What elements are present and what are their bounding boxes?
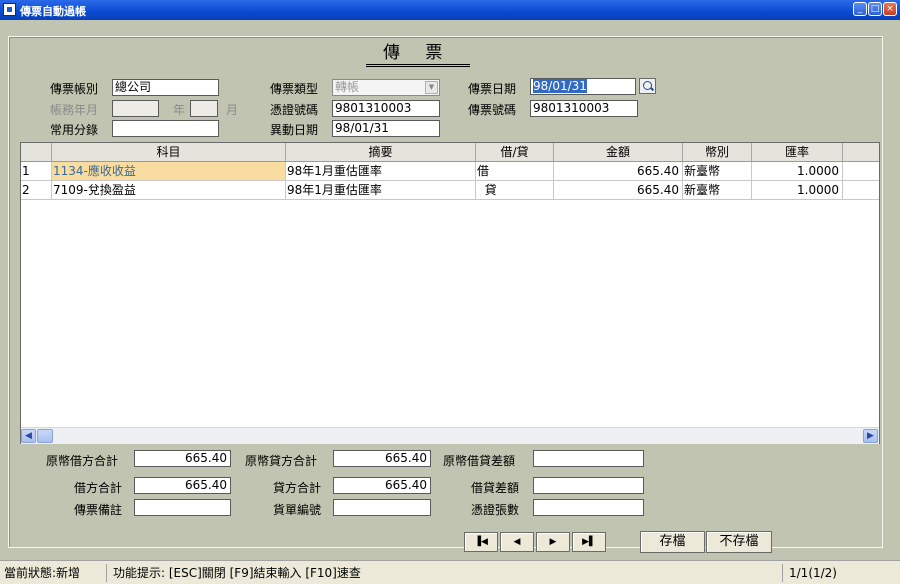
year-label: 年	[173, 103, 186, 117]
remark-field[interactable]	[134, 499, 231, 516]
previous-record-button[interactable]: ◀	[500, 532, 534, 552]
summary-cell[interactable]: 98年1月重估匯率	[286, 181, 476, 199]
orig-debit-field[interactable]: 665.40	[134, 450, 231, 467]
evidence-count-field[interactable]	[533, 499, 644, 516]
currency-cell[interactable]: 新臺幣	[683, 181, 752, 199]
rate-cell[interactable]: 1.0000	[752, 162, 843, 180]
window-title-bar[interactable]: 傳票自動過帳 _ □ ×	[0, 0, 900, 20]
row-number-header	[21, 143, 52, 161]
calendar-lookup-icon[interactable]	[639, 78, 656, 94]
close-month-label: 帳務年月	[50, 103, 99, 117]
orig-debit-label: 原幣借方合計	[46, 454, 119, 468]
close-button[interactable]: ×	[883, 2, 897, 16]
diff-field[interactable]	[533, 477, 644, 494]
scroll-right-icon[interactable]: ▶	[863, 429, 878, 443]
voucher-date-value: 98/01/31	[533, 79, 587, 93]
orig-credit-field[interactable]: 665.40	[333, 450, 431, 467]
voucher-lines-grid[interactable]: 科目 摘要 借/貸 金額 幣別 匯率 1 1134-應收收益 98年1月重估匯率…	[20, 142, 880, 444]
status-page-indicator: 1/1(1/2)	[789, 566, 837, 580]
form-heading: 傳 票	[383, 43, 453, 63]
currency-cell[interactable]: 新臺幣	[683, 162, 752, 180]
voucher-no-field[interactable]: 9801310003	[530, 100, 638, 117]
change-date-field[interactable]: 98/01/31	[332, 120, 440, 137]
last-record-button[interactable]: ▶▌	[572, 532, 606, 552]
voucher-date-label: 傳票日期	[468, 82, 517, 96]
row-number: 1	[21, 162, 52, 180]
row-number: 2	[21, 181, 52, 199]
window-title: 傳票自動過帳	[20, 5, 86, 18]
summary-cell[interactable]: 98年1月重估匯率	[286, 162, 476, 180]
minimize-button[interactable]: _	[853, 2, 867, 16]
account-cell[interactable]: 1134-應收收益	[52, 162, 286, 180]
evidence-no-label: 憑證號碼	[270, 103, 319, 117]
chevron-down-icon[interactable]: ▼	[425, 81, 438, 94]
grid-header: 科目 摘要 借/貸 金額 幣別 匯率	[21, 143, 879, 162]
amount-cell[interactable]: 665.40	[554, 162, 683, 180]
status-state: 當前狀態:新增	[4, 566, 81, 580]
credit-total-field[interactable]: 665.40	[333, 477, 431, 494]
diff-label: 借貸差額	[471, 481, 520, 495]
status-separator	[782, 564, 783, 582]
voucher-no-label: 傳票號碼	[468, 103, 517, 117]
debit-total-field[interactable]: 665.40	[134, 477, 231, 494]
cancel-button[interactable]: 不存檔	[706, 531, 772, 553]
next-record-button[interactable]: ▶	[536, 532, 570, 552]
column-header-rate[interactable]: 匯率	[752, 143, 843, 161]
status-separator	[106, 564, 107, 582]
save-button[interactable]: 存檔	[640, 531, 705, 553]
main-client-area: 傳 票 傳票帳別 總公司 傳票類型 轉帳 ▼ 傳票日期 98/01/31 帳務年…	[0, 20, 900, 584]
bill-no-label: 貨單編號	[273, 503, 322, 517]
account-book-field[interactable]: 總公司	[112, 79, 219, 96]
heading-underline	[366, 64, 470, 67]
orig-credit-label: 原幣貸方合計	[245, 454, 318, 468]
voucher-date-field[interactable]: 98/01/31	[530, 78, 636, 95]
debit-total-label: 借方合計	[74, 481, 123, 495]
column-header-currency[interactable]: 幣別	[683, 143, 752, 161]
remark-label: 傳票備註	[74, 503, 123, 517]
evidence-no-field[interactable]: 9801310003	[332, 100, 440, 117]
change-date-label: 異動日期	[270, 123, 319, 137]
table-row[interactable]: 1 1134-應收收益 98年1月重估匯率 借 665.40 新臺幣 1.000…	[21, 162, 879, 181]
amount-cell[interactable]: 665.40	[554, 181, 683, 199]
credit-total-label: 貸方合計	[273, 481, 322, 495]
bill-no-field[interactable]	[333, 499, 431, 516]
common-category-label: 常用分錄	[50, 123, 99, 137]
close-month-field[interactable]	[190, 100, 218, 117]
close-year-field[interactable]	[112, 100, 159, 117]
orig-diff-label: 原幣借貸差額	[443, 454, 516, 468]
account-cell[interactable]: 7109-兌換盈益	[52, 181, 286, 199]
account-book-label: 傳票帳別	[50, 82, 99, 96]
horizontal-scrollbar[interactable]: ◀ ▶	[21, 427, 879, 444]
column-header-account[interactable]: 科目	[52, 143, 286, 161]
status-bar: 當前狀態:新增 功能提示: [ESC]關閉 [F9]結束輸入 [F10]速查 1…	[0, 560, 900, 584]
orig-diff-field[interactable]	[533, 450, 644, 467]
scroll-thumb[interactable]	[37, 429, 53, 443]
evidence-count-label: 憑證張數	[471, 503, 520, 517]
scroll-left-icon[interactable]: ◀	[21, 429, 36, 443]
status-hint: 功能提示: [ESC]關閉 [F9]結束輸入 [F10]速查	[113, 566, 361, 580]
column-header-debit-credit[interactable]: 借/貸	[476, 143, 554, 161]
table-row[interactable]: 2 7109-兌換盈益 98年1月重估匯率 貸 665.40 新臺幣 1.000…	[21, 181, 879, 200]
app-icon	[3, 3, 16, 16]
month-label: 月	[226, 103, 239, 117]
common-category-field[interactable]	[112, 120, 219, 137]
debit-credit-cell[interactable]: 貸	[476, 181, 554, 199]
voucher-type-select[interactable]: 轉帳 ▼	[332, 79, 440, 96]
voucher-type-value: 轉帳	[335, 80, 360, 94]
voucher-type-label: 傳票類型	[270, 82, 319, 96]
debit-credit-cell[interactable]: 借	[476, 162, 554, 180]
rate-cell[interactable]: 1.0000	[752, 181, 843, 199]
maximize-button[interactable]: □	[868, 2, 882, 16]
column-header-summary[interactable]: 摘要	[286, 143, 476, 161]
first-record-button[interactable]: ▐◀	[464, 532, 498, 552]
column-header-amount[interactable]: 金額	[554, 143, 683, 161]
